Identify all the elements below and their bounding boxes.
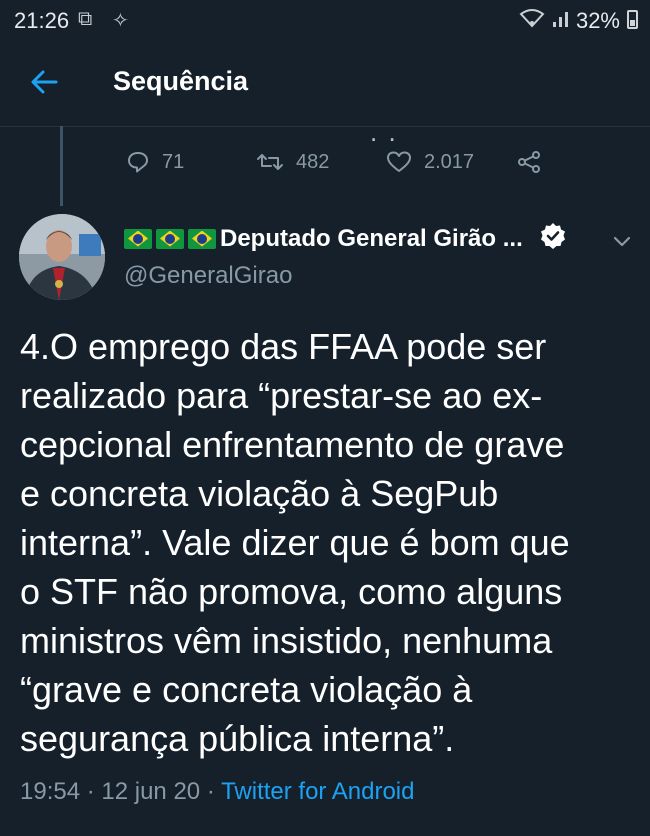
battery-icon	[627, 10, 638, 29]
header-divider	[0, 126, 650, 127]
author-handle[interactable]: @GeneralGirao	[124, 262, 292, 290]
share-icon	[518, 151, 540, 173]
tweet-source-link[interactable]: Twitter for Android	[221, 778, 414, 805]
retweet-count: 482	[296, 150, 330, 173]
author-name: Deputado General Girão ...	[220, 224, 523, 252]
avatar[interactable]	[19, 214, 105, 300]
brazil-flag-icon	[124, 228, 152, 249]
tweet-meta: 19:54 · 12 jun 20 · Twitter for Android	[20, 778, 414, 806]
like-count: 2.017	[424, 150, 475, 173]
share-button[interactable]	[516, 144, 554, 180]
author-name-row[interactable]: Deputado General Girão ...	[124, 222, 567, 255]
signal-icon	[552, 10, 570, 34]
voicemail-icon: ⧉	[78, 8, 93, 30]
like-button[interactable]: 2.017	[386, 144, 474, 180]
tweet-date: 12 jun 20	[101, 778, 201, 805]
page-title: Sequência	[113, 66, 249, 96]
wifi-icon	[519, 8, 545, 34]
brazil-flag-icons	[124, 228, 216, 249]
tweet-text: 4.O emprego das FFAA pode ser realizado …	[20, 326, 570, 759]
brazil-flag-icon	[156, 228, 184, 249]
app-header: Sequência	[0, 40, 650, 126]
retweet-icon	[257, 154, 283, 170]
like-icon	[387, 151, 411, 172]
meta-separator: ·	[80, 778, 102, 805]
verified-badge-icon	[539, 222, 567, 255]
tweet-time: 19:54	[20, 778, 81, 805]
reply-button[interactable]: 71	[126, 144, 184, 180]
back-arrow-icon[interactable]	[26, 64, 62, 100]
notification-icon: ✧	[112, 10, 129, 32]
brazil-flag-icon	[188, 228, 216, 249]
meta-separator: ·	[200, 778, 222, 805]
reply-icon	[128, 152, 148, 173]
status-time: 21:26	[14, 8, 70, 33]
battery-percentage: 32%	[575, 8, 620, 33]
status-bar: 21:26 ⧉ ✧ 32%	[0, 0, 650, 40]
reply-count: 71	[162, 150, 185, 173]
previous-tweet-actions: 71 482 2.017	[0, 144, 650, 180]
tweet-author: Deputado General Girão ... @GeneralGirao	[0, 206, 650, 306]
chevron-down-icon[interactable]	[611, 230, 633, 257]
retweet-button[interactable]: 482	[256, 144, 329, 180]
